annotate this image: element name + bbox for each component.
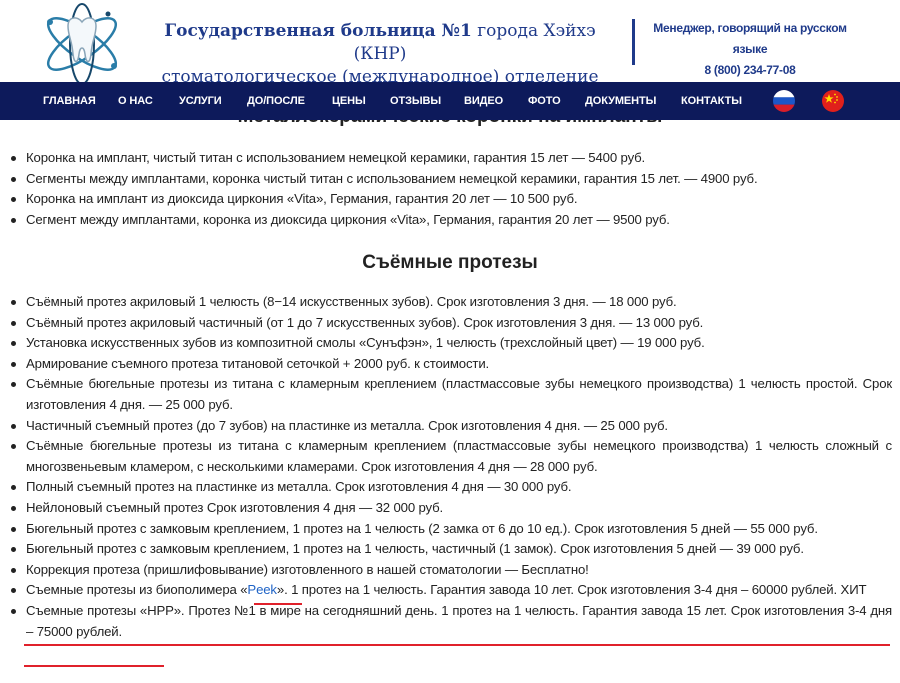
manager-contact: Менеджер, говорящий на русском языке 8 (… (644, 18, 856, 81)
list-item: Сегмент между имплантами, коронка из дио… (11, 210, 892, 231)
implant-crowns-list: Коронка на имплант, чистый титан с испол… (11, 148, 892, 231)
list-item: Армирование съемного протеза титановой с… (11, 354, 892, 375)
list-item-peek: Съемные протезы из биополимера «Peek». 1… (11, 580, 892, 601)
section-title-implant-crowns: Металлокерамические коронки на импланты (0, 120, 900, 128)
list-item: Коронка на имплант из диоксида циркония … (11, 189, 892, 210)
peek-red-underline (254, 603, 302, 605)
nav-item-photo[interactable]: Фото (528, 82, 561, 120)
nav-item-prices[interactable]: Цены (332, 82, 366, 120)
list-item: Нейлоновый съемный протез Срок изготовле… (11, 498, 892, 519)
nav-item-home[interactable]: Главная (43, 82, 96, 120)
nav-item-video[interactable]: Видео (464, 82, 503, 120)
manager-label: Менеджер, говорящий на русском языке (653, 21, 847, 56)
list-item: Бюгельный протез с замковым креплением, … (11, 539, 892, 560)
hpp-red-underline-2 (24, 665, 164, 667)
list-item: Коронка на имплант, чистый титан с испол… (11, 148, 892, 169)
section-title-removable: Съёмные протезы (362, 252, 538, 273)
peek-text-before: Съемные протезы из биополимера « (26, 582, 248, 598)
hpp-red-underline-1 (24, 644, 890, 646)
nav-item-services[interactable]: Услуги (179, 82, 222, 120)
nav-item-contacts[interactable]: Контакты (681, 82, 742, 120)
list-item: Съёмный протез акриловый 1 челюсть (8−14… (11, 292, 892, 313)
header-divider (632, 19, 635, 65)
nav-item-reviews[interactable]: Отзывы (390, 82, 441, 120)
list-item: Коррекция протеза (пришлифовывание) изго… (11, 560, 892, 581)
nav-item-about[interactable]: О нас (118, 82, 153, 120)
removable-prostheses-list: Съёмный протез акриловый 1 челюсть (8−14… (11, 292, 892, 642)
china-flag-icon[interactable] (822, 90, 844, 112)
hospital-title: Государственная больница №1 города Хэйхэ… (150, 20, 610, 89)
peek-link[interactable]: Peek (247, 582, 277, 597)
list-item: Частичный съемный протез (до 7 зубов) на… (11, 416, 892, 437)
main-nav: Главная О нас Услуги До/после Цены Отзыв… (0, 82, 900, 120)
list-item: Сегменты между имплантами, коронка чисты… (11, 169, 892, 190)
list-item: Установка искусственных зубов из компози… (11, 333, 892, 354)
list-item: Съёмные бюгельные протезы из титана с кл… (11, 374, 892, 415)
list-item: Съёмный протез акриловый частичный (от 1… (11, 313, 892, 334)
site-header: Государственная больница №1 города Хэйхэ… (0, 0, 900, 87)
list-item: Бюгельный протез с замковым креплением, … (11, 519, 892, 540)
page-content: Металлокерамические коронки на импланты … (0, 120, 900, 683)
phone-number[interactable]: 8 (800) 234-77-08 (644, 60, 856, 81)
nav-item-before-after[interactable]: До/после (247, 82, 305, 120)
list-item: Съёмные бюгельные протезы из титана с кл… (11, 436, 892, 477)
nav-item-documents[interactable]: Документы (585, 82, 656, 120)
peek-text-after: ». 1 протез на 1 челюсть. Гарантия завод… (276, 582, 867, 598)
list-item-hpp: Съемные протезы «HPP». Протез №1 в мире … (11, 601, 892, 642)
russia-flag-icon[interactable] (773, 90, 795, 112)
list-item: Полный съемный протез на пластинке из ме… (11, 477, 892, 498)
hospital-title-bold: Государственная больница №1 (164, 21, 472, 41)
tooth-logo-icon[interactable] (38, 2, 126, 82)
